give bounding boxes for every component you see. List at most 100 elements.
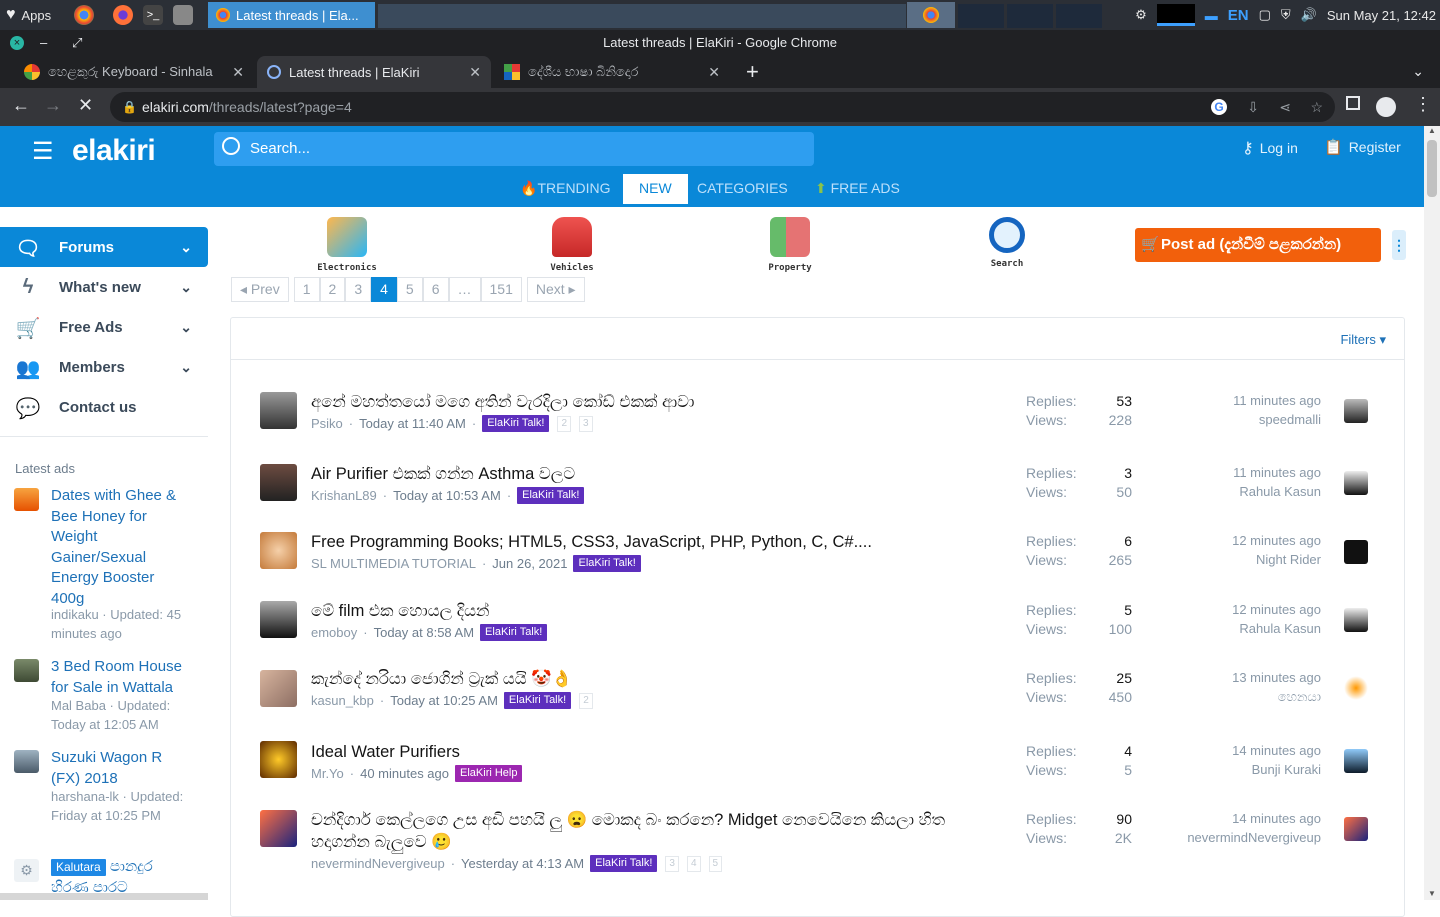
last-post-time[interactable]: 13 minutes ago — [1161, 668, 1321, 687]
more-options-button[interactable]: ⋮ — [1392, 230, 1406, 260]
last-poster-avatar[interactable] — [1344, 676, 1368, 700]
scrollbar-thumb[interactable] — [1427, 140, 1437, 197]
register-link[interactable]: 📋 Register — [1324, 138, 1401, 156]
thread-page-link[interactable]: 3 — [665, 855, 679, 872]
thread-row[interactable]: අනේ මහත්තයෝ මගෙ අතින් වැරදිලා කෝඩ් එකක් … — [231, 378, 1404, 448]
shield-icon[interactable]: ⛨ — [1281, 7, 1291, 23]
last-post[interactable]: 13 minutes ago හෙනයා — [1161, 668, 1321, 706]
last-post[interactable]: 14 minutes ago nevermindNevergiveup — [1161, 809, 1321, 847]
prefix-badge[interactable]: ElaKiri Help — [455, 765, 523, 782]
prefix-badge[interactable]: ElaKiri Talk! — [503, 692, 572, 709]
address-bar[interactable]: 🔒 elakiri.com/threads/latest?page=4 G ⇩ … — [110, 92, 1335, 122]
tab-new[interactable]: NEW — [623, 174, 688, 207]
prefix-badge[interactable]: ElaKiri Talk! — [517, 487, 585, 504]
last-post-time[interactable]: 12 minutes ago — [1161, 531, 1321, 550]
terminal-launcher-icon[interactable]: >_ — [143, 5, 163, 25]
apps-menu[interactable]: ♥ Apps — [6, 6, 51, 24]
sidebar-item-contact[interactable]: 💬 Contact us — [0, 387, 208, 427]
thread-author[interactable]: nevermindNevergiveup — [311, 856, 445, 871]
workspace-1[interactable] — [958, 4, 1004, 28]
workspace-2[interactable] — [1007, 4, 1053, 28]
thread-row[interactable]: මේ film එක හොයල දියන් emoboy · Today at 8:… — [231, 588, 1404, 654]
page-link-current[interactable]: 4 — [371, 277, 397, 302]
new-tab-button[interactable]: + — [746, 59, 759, 85]
taskbar-active-window[interactable]: Latest threads | Ela... — [208, 2, 375, 28]
chevron-down-icon[interactable]: ⌄ — [180, 279, 192, 296]
display-icon[interactable]: ▬ — [1205, 8, 1218, 23]
chevron-down-icon[interactable]: ⌄ — [180, 239, 192, 256]
prefix-badge[interactable]: ElaKiri Talk! — [590, 855, 658, 872]
page-link[interactable]: 2 — [319, 277, 346, 302]
firefox-launcher-icon[interactable] — [113, 5, 133, 25]
thread-page-link[interactable]: 4 — [686, 855, 701, 872]
thread-date[interactable]: Today at 10:53 AM — [393, 488, 501, 503]
category-search[interactable]: Search — [962, 217, 1052, 269]
taskbar-chrome-window[interactable] — [907, 2, 955, 28]
close-tab-icon[interactable]: ✕ — [232, 64, 244, 81]
stop-loading-icon[interactable]: ✕ — [78, 95, 93, 116]
search-input[interactable]: Search... — [214, 132, 814, 166]
sidebar-scrollbar[interactable] — [0, 893, 208, 900]
prefix-badge[interactable]: ElaKiri Talk! — [480, 624, 548, 641]
tab-categories[interactable]: CATEGORIES — [697, 174, 788, 207]
last-post[interactable]: 12 minutes ago Rahula Kasun — [1161, 600, 1321, 638]
files-launcher-icon[interactable] — [173, 5, 193, 25]
language-indicator[interactable]: EN — [1228, 7, 1249, 24]
thread-author[interactable]: Psiko — [311, 416, 343, 431]
last-poster-avatar[interactable] — [1344, 471, 1368, 495]
thread-author[interactable]: emoboy — [311, 625, 357, 640]
avatar[interactable] — [260, 670, 297, 707]
avatar[interactable] — [260, 532, 297, 569]
last-post-user[interactable]: Night Rider — [1161, 550, 1321, 569]
page-link[interactable]: 3 — [345, 277, 372, 302]
sidebar-item-members[interactable]: 👥 Members ⌄ — [0, 347, 208, 387]
last-post-user[interactable]: Bunji Kuraki — [1161, 760, 1321, 779]
chat-icon[interactable]: ▢ — [1259, 7, 1271, 23]
browser-tab[interactable]: හෙළකුරු Keyboard - Sinhala ✕ — [14, 56, 254, 88]
prev-page-button[interactable]: ◂ Prev — [231, 277, 289, 302]
page-link[interactable]: 6 — [422, 277, 449, 302]
category-vehicles[interactable]: Vehicles — [527, 217, 617, 273]
avatar[interactable] — [260, 601, 297, 638]
page-link[interactable]: 1 — [293, 277, 320, 302]
last-post-user[interactable]: හෙනයා — [1161, 687, 1321, 706]
side-panel-icon[interactable] — [1346, 96, 1360, 110]
page-scrollbar[interactable]: ▲ ▼ — [1424, 126, 1440, 900]
chrome-menu-icon[interactable]: ⋮ — [1414, 94, 1432, 115]
sidebar-item-whats-new[interactable]: ϟ What's new ⌄ — [0, 267, 208, 307]
google-icon[interactable]: G — [1211, 99, 1227, 115]
last-post-user[interactable]: Rahula Kasun — [1161, 482, 1321, 501]
avatar[interactable] — [260, 741, 297, 778]
last-poster-avatar[interactable] — [1344, 540, 1368, 564]
thread-title[interactable]: අනේ මහත්තයෝ මගෙ අතින් වැරදිලා කෝඩ් එකක් … — [311, 391, 1001, 413]
chrome-launcher-icon[interactable] — [74, 5, 94, 25]
close-window-icon[interactable]: × — [10, 36, 24, 50]
thread-row[interactable]: Air Purifier එකක් ගන්න Asthma වලට Krisha… — [231, 452, 1404, 518]
last-poster-avatar[interactable] — [1344, 749, 1368, 773]
ad-item[interactable]: 3 Bed Room House for Sale in Wattala Mal… — [14, 657, 199, 737]
ad-item[interactable]: Suzuki Wagon R (FX) 2018 harshana-lk · U… — [14, 748, 199, 848]
clock[interactable]: Sun May 21, 12:42 — [1327, 8, 1436, 23]
thread-author[interactable]: KrishanL89 — [311, 488, 377, 503]
thread-date[interactable]: Today at 11:40 AM — [359, 416, 466, 431]
page-link[interactable]: 151 — [480, 277, 522, 302]
tab-trending[interactable]: 🔥TRENDING — [520, 174, 611, 207]
last-post-user[interactable]: speedmalli — [1161, 410, 1321, 429]
page-jump[interactable]: … — [448, 277, 481, 302]
close-tab-icon[interactable]: ✕ — [469, 64, 481, 81]
tab-search-icon[interactable]: ⌄ — [1412, 63, 1424, 80]
login-link[interactable]: ⚷ Log in — [1242, 138, 1298, 158]
post-ad-button[interactable]: 🛒 Post ad (දැන්වීම් පළකරන්න) — [1135, 228, 1381, 262]
scroll-down-icon[interactable]: ▼ — [1428, 889, 1436, 898]
chevron-down-icon[interactable]: ⌄ — [180, 319, 192, 336]
thread-author[interactable]: Mr.Yo — [311, 766, 344, 781]
thread-date[interactable]: 40 minutes ago — [360, 766, 449, 781]
ad-title[interactable]: 3 Bed Room House for Sale in Wattala — [51, 657, 191, 698]
category-electronics[interactable]: Electronics — [302, 217, 392, 273]
maximize-window-icon[interactable]: ⤢ — [72, 30, 82, 56]
settings-icon[interactable]: ⚙ — [1135, 7, 1147, 23]
minimize-window-icon[interactable]: – — [40, 30, 47, 56]
last-poster-avatar[interactable] — [1344, 399, 1368, 423]
last-post-time[interactable]: 11 minutes ago — [1161, 463, 1321, 482]
ad-item[interactable]: ⚙ Kalutara පානදුර හිරණ පාරට — [14, 857, 199, 893]
